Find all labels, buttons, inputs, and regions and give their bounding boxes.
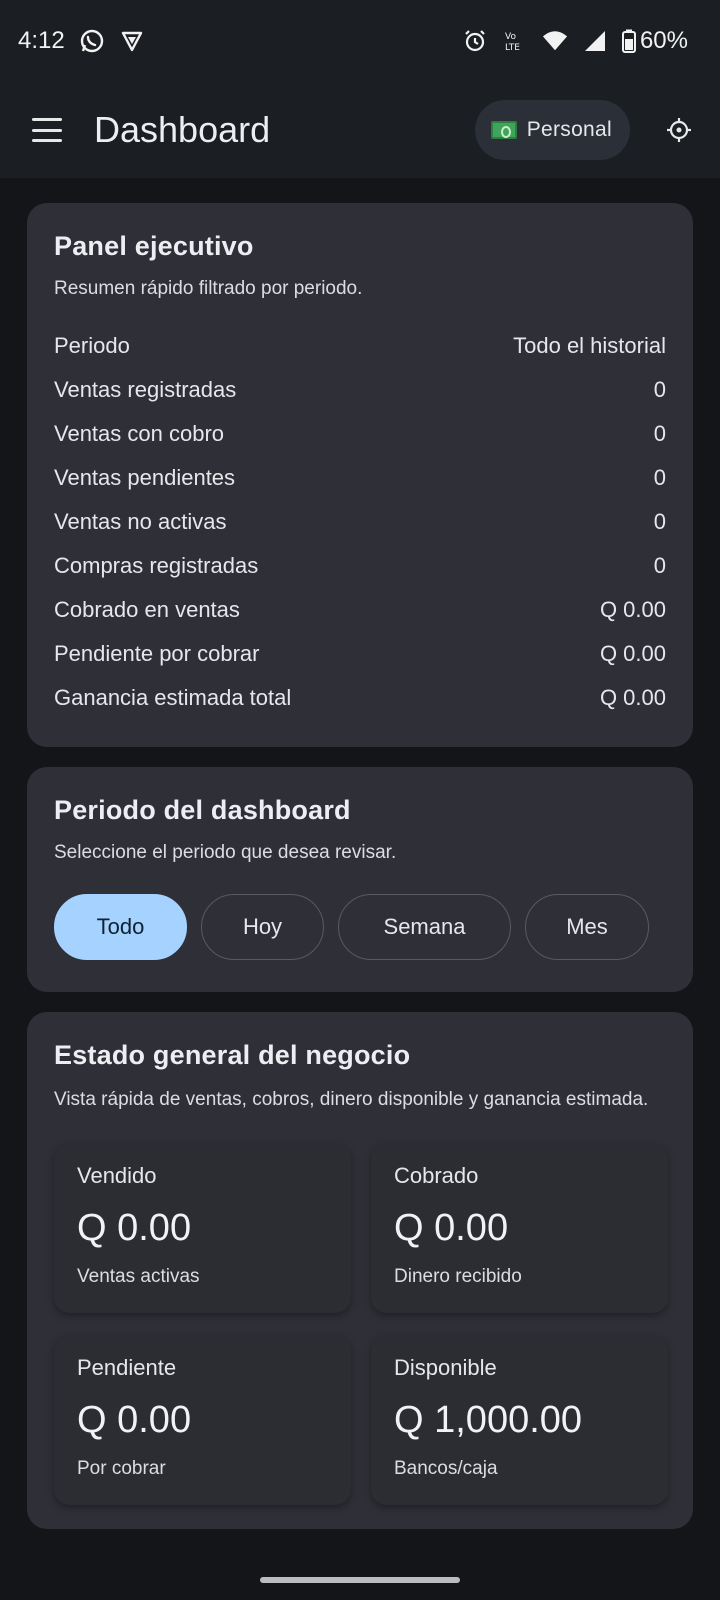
- settings-icon[interactable]: [664, 115, 694, 145]
- summary-row-collected-sales: Ventas con cobro 0: [54, 412, 666, 456]
- business-status-card: Estado general del negocio Vista rápida …: [27, 1012, 693, 1529]
- stat-card-available: Disponible Q 1,000.00 Bancos/caja: [371, 1335, 668, 1505]
- summary-row-inactive-sales: Ventas no activas 0: [54, 500, 666, 544]
- period-chip-all[interactable]: Todo: [54, 894, 187, 960]
- profile-selector-button[interactable]: Personal: [474, 100, 630, 160]
- period-chip-today[interactable]: Hoy: [201, 894, 324, 960]
- stat-label: Pendiente: [77, 1355, 177, 1380]
- summary-label: Periodo: [54, 333, 130, 358]
- stat-card-collected: Cobrado Q 0.00 Dinero recibido: [371, 1143, 668, 1313]
- profile-label: Personal: [526, 118, 612, 141]
- home-indicator[interactable]: [260, 1577, 460, 1583]
- summary-value: 0: [653, 509, 666, 534]
- summary-row-pending-sales: Ventas pendientes 0: [54, 456, 666, 500]
- business-status-title: Estado general del negocio: [54, 1040, 411, 1070]
- period-chip-week[interactable]: Semana: [338, 894, 511, 960]
- stat-caption: Por cobrar: [77, 1458, 166, 1479]
- stats-grid: Vendido Q 0.00 Ventas activas Cobrado Q …: [54, 1143, 668, 1505]
- summary-value: 0: [653, 377, 666, 402]
- summary-label: Ventas no activas: [54, 509, 227, 534]
- summary-label: Ventas pendientes: [54, 465, 236, 490]
- summary-row-registered-sales: Ventas registradas 0: [54, 368, 666, 412]
- menu-icon[interactable]: [30, 113, 64, 147]
- dashboard-content: Panel ejecutivo Resumen rápido filtrado …: [27, 203, 693, 1549]
- stat-caption: Bancos/caja: [394, 1458, 498, 1479]
- status-time: 4:12: [18, 27, 65, 54]
- period-chip-month[interactable]: Mes: [525, 894, 649, 960]
- whatsapp-icon: [79, 28, 105, 54]
- summary-label: Cobrado en ventas: [54, 597, 240, 622]
- svg-text:Vo: Vo: [505, 32, 516, 42]
- stat-card-sold: Vendido Q 0.00 Ventas activas: [54, 1143, 351, 1313]
- summary-label: Pendiente por cobrar: [54, 641, 260, 666]
- stat-card-pending: Pendiente Q 0.00 Por cobrar: [54, 1335, 351, 1505]
- summary-label: Ganancia estimada total: [54, 685, 292, 710]
- business-status-subtitle: Vista rápida de ventas, cobros, dinero d…: [54, 1089, 649, 1110]
- stat-label: Vendido: [77, 1163, 157, 1188]
- summary-row-period: Periodo Todo el historial: [54, 324, 666, 368]
- period-panel-title: Periodo del dashboard: [54, 795, 351, 825]
- summary-value: Q 0.00: [599, 685, 666, 710]
- stat-label: Cobrado: [394, 1163, 479, 1188]
- stat-value: Q 1,000.00: [394, 1399, 583, 1441]
- summary-label: Compras registradas: [54, 553, 259, 578]
- stat-label: Disponible: [394, 1355, 497, 1380]
- stat-caption: Dinero recibido: [394, 1266, 522, 1287]
- summary-label: Ventas con cobro: [54, 421, 225, 446]
- summary-label: Ventas registradas: [54, 377, 237, 402]
- period-filter-chips: Todo Hoy Semana Mes: [54, 894, 666, 960]
- period-panel-card: Periodo del dashboard Seleccione el peri…: [27, 767, 693, 992]
- battery-icon: [621, 28, 636, 54]
- stat-caption: Ventas activas: [77, 1266, 200, 1287]
- executive-panel-card: Panel ejecutivo Resumen rápido filtrado …: [27, 203, 693, 747]
- period-panel-subtitle: Seleccione el periodo que desea revisar.: [54, 842, 397, 863]
- summary-value: 0: [653, 421, 666, 446]
- volte-icon: Vo LTE: [502, 28, 528, 54]
- signal-icon: [582, 28, 608, 54]
- summary-value: Q 0.00: [599, 641, 666, 666]
- summary-value: Q 0.00: [599, 597, 666, 622]
- status-right: Vo LTE 60%: [462, 27, 688, 55]
- shield-icon: [119, 28, 145, 54]
- money-icon: [490, 121, 517, 139]
- summary-row-registered-purchases: Compras registradas 0: [54, 544, 666, 588]
- status-bar: 4:12 Vo LTE 60%: [0, 0, 720, 82]
- summary-row-pending-amount: Pendiente por cobrar Q 0.00: [54, 632, 666, 676]
- summary-row-estimated-profit: Ganancia estimada total Q 0.00: [54, 676, 666, 720]
- app-bar: Dashboard Personal: [0, 82, 720, 178]
- svg-text:LTE: LTE: [505, 43, 520, 53]
- executive-panel-title: Panel ejecutivo: [54, 231, 254, 261]
- stat-value: Q 0.00: [77, 1399, 192, 1441]
- summary-value: 0: [653, 553, 666, 578]
- status-left: 4:12: [18, 27, 145, 55]
- summary-value: Todo el historial: [513, 333, 666, 358]
- alarm-icon: [462, 28, 488, 54]
- page-title: Dashboard: [94, 109, 271, 150]
- stat-value: Q 0.00: [394, 1207, 509, 1249]
- stat-value: Q 0.00: [77, 1207, 192, 1249]
- battery-percentage: 60%: [639, 27, 688, 54]
- summary-value: 0: [653, 465, 666, 490]
- executive-summary-list: Periodo Todo el historial Ventas registr…: [54, 324, 666, 720]
- wifi-icon: [542, 28, 568, 54]
- executive-panel-subtitle: Resumen rápido filtrado por periodo.: [54, 278, 363, 299]
- summary-row-collected-amount: Cobrado en ventas Q 0.00: [54, 588, 666, 632]
